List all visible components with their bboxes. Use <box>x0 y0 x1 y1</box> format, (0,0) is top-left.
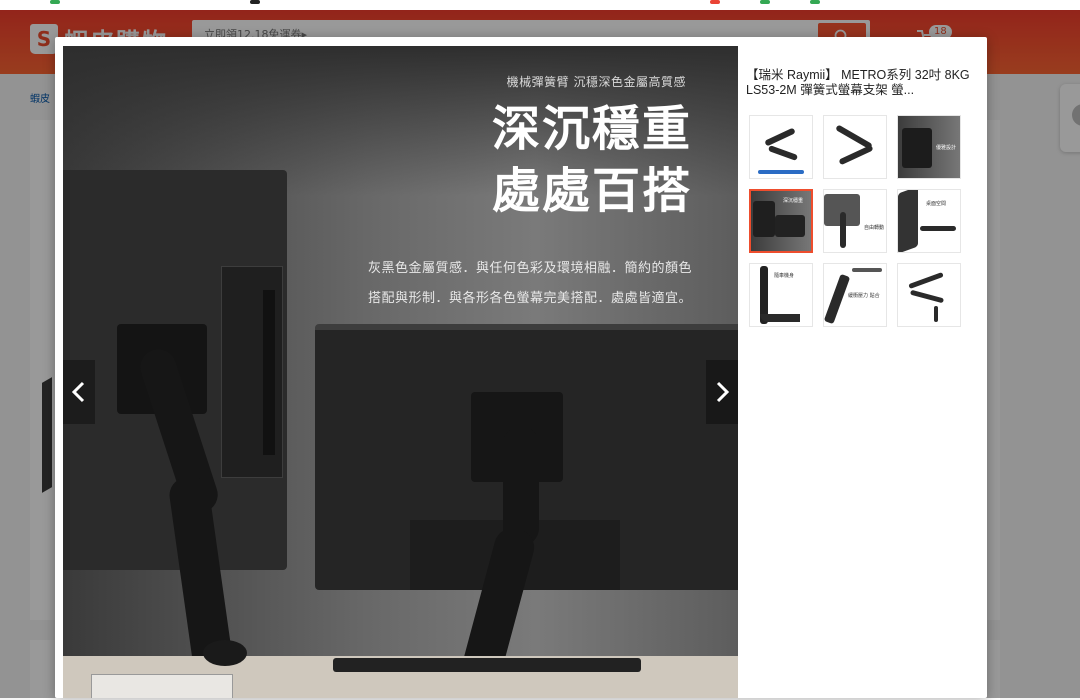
tab-icon <box>250 0 260 4</box>
browser-tab-strip <box>0 0 1080 10</box>
next-image-button[interactable] <box>706 360 738 424</box>
thumbnail-arm <box>840 212 846 248</box>
thumbnail-arm <box>909 289 945 304</box>
thumbnail-bar <box>758 170 804 174</box>
thumbnail-arm <box>838 144 874 166</box>
thumbnail-monitor <box>775 215 805 237</box>
headline-line: 處處百搭 <box>491 163 692 219</box>
tab-icon <box>760 0 770 4</box>
product-title: 【瑞米 Raymii】 METRO系列 32吋 8KG LS53-2M 彈簧式螢… <box>746 68 970 97</box>
image-headline: 深沉穩重 處處百搭 <box>492 98 692 222</box>
tab-icon <box>810 0 820 4</box>
thumbnail-label: 隨車機身 <box>774 273 795 279</box>
image-subtitle: 機械彈簧臂 沉穩深色金屬高質感 <box>506 75 686 89</box>
thumbnail-5[interactable]: 自由轉動 <box>823 189 887 253</box>
mouse <box>203 640 247 666</box>
thumbnail-8[interactable]: 緩衝壓力 貼合 <box>823 263 887 327</box>
thumbnail-bar <box>852 268 882 272</box>
thumbnail-monitor <box>902 128 932 168</box>
tab-icon <box>50 0 60 4</box>
chevron-right-icon <box>716 381 730 403</box>
thumbnail-4-active[interactable]: 深沉穩重 <box>749 189 813 253</box>
thumbnail-label: 自由轉動 <box>864 225 885 231</box>
description-line: 灰黑色金屬質感．與任何色彩及環境相融．簡約的顏色 <box>367 261 692 276</box>
keyboard <box>333 658 641 672</box>
thumbnail-arm <box>764 127 796 147</box>
thumbnail-3[interactable]: 優雅設計 <box>897 115 961 179</box>
thumbnail-arm <box>767 145 799 161</box>
thumbnail-label: 桌面空間 <box>926 201 947 207</box>
main-product-image: 機械彈簧臂 沉穩深色金屬高質感 深沉穩重 處處百搭 灰黑色金屬質感．與任何色彩及… <box>63 46 738 698</box>
chevron-left-icon <box>71 381 85 403</box>
description-line: 搭配與形制．與各形各色螢幕完美搭配．處處皆適宜。 <box>367 291 692 306</box>
thumbnail-2[interactable] <box>823 115 887 179</box>
previous-image-button[interactable] <box>63 360 95 424</box>
tab-icon <box>710 0 720 4</box>
thumbnail-label: 深沉穩重 <box>783 198 804 204</box>
thumbnail-1[interactable] <box>749 115 813 179</box>
thumbnail-arm <box>824 273 851 325</box>
thumbnail-9[interactable] <box>897 263 961 327</box>
thumbnail-arm <box>760 314 800 322</box>
thumbnail-7[interactable]: 隨車機身 <box>749 263 813 327</box>
thumbnail-6[interactable]: 桌面空間 <box>897 189 961 253</box>
thumbnail-monitor <box>753 201 775 237</box>
thumbnail-arm <box>908 271 944 290</box>
thumbnail-post <box>934 306 938 322</box>
image-description: 灰黑色金屬質感．與任何色彩及環境相融．簡約的顏色 搭配與形制．與各形各色螢幕完美… <box>368 254 692 314</box>
monitor-slot <box>263 290 275 455</box>
headline-line: 深沉穩重 <box>491 101 692 157</box>
book <box>91 674 233 698</box>
thumbnail-label: 緩衝壓力 貼合 <box>848 293 880 299</box>
thumbnail-arm <box>920 226 956 231</box>
thumbnail-monitor <box>898 190 918 252</box>
thumbnail-label: 優雅設計 <box>936 145 957 151</box>
